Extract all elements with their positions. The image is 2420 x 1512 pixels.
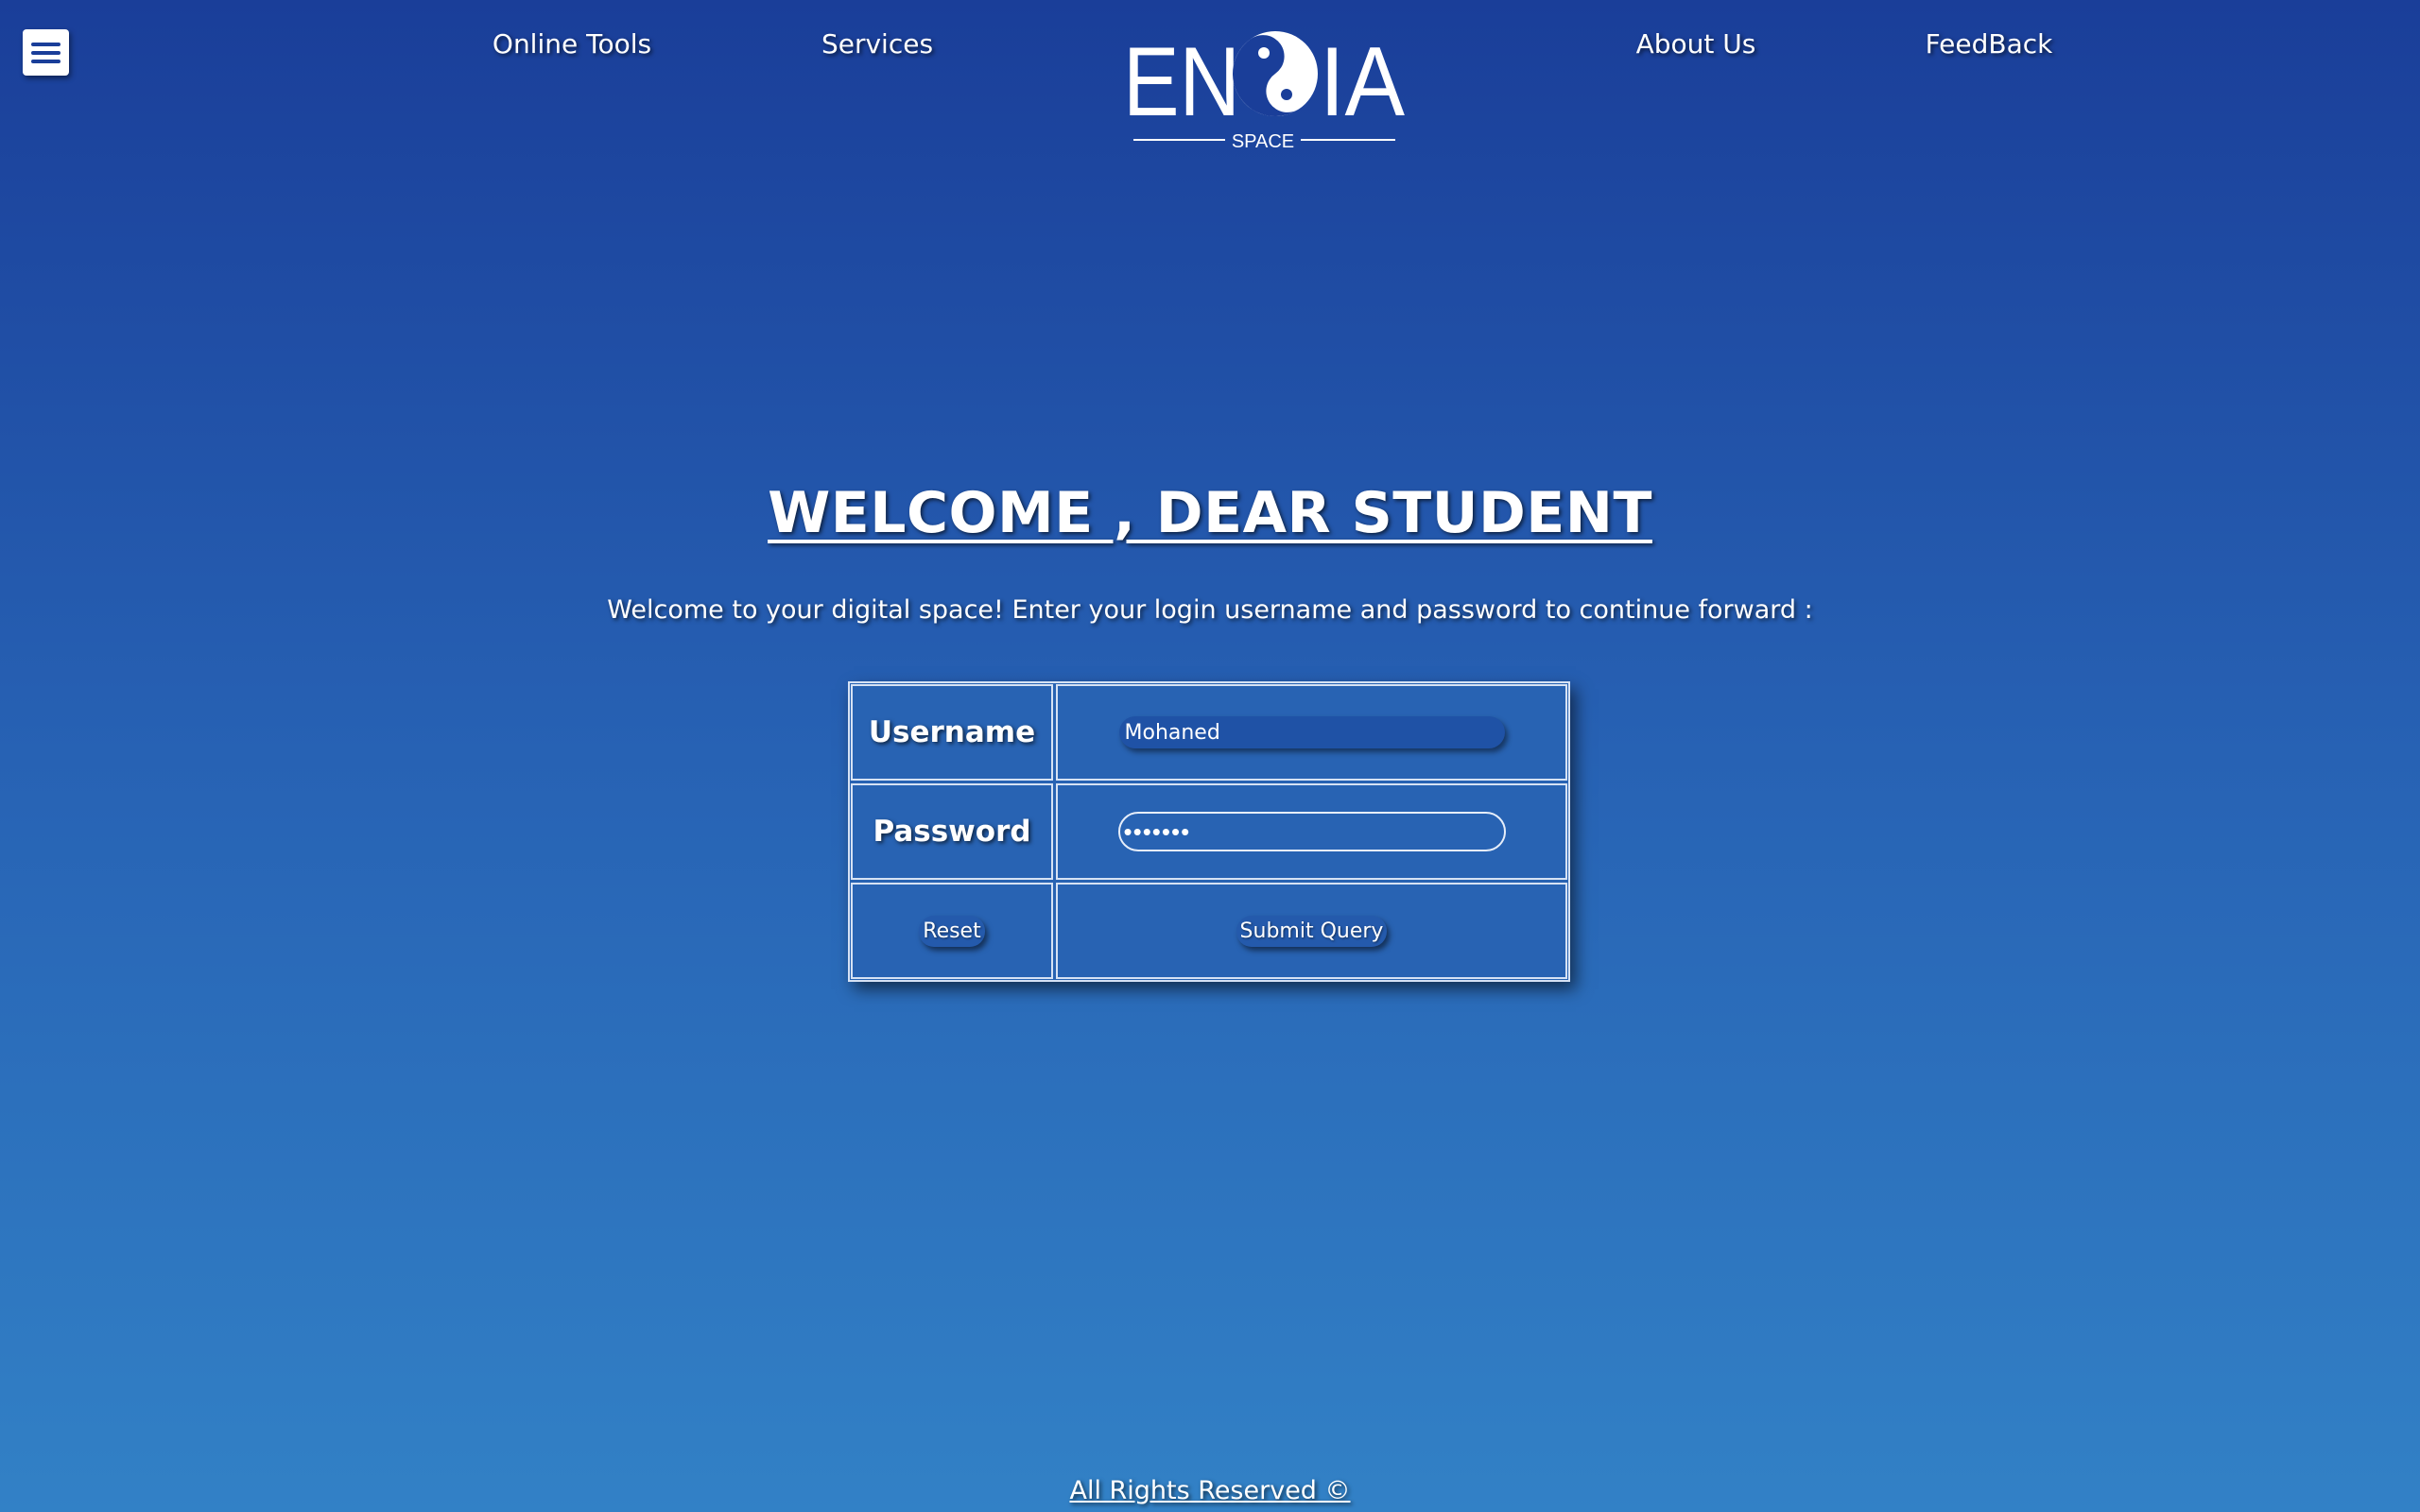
nav-services[interactable]: Services <box>821 28 933 60</box>
nav-online-tools[interactable]: Online Tools <box>493 28 651 60</box>
footer-copyright-link[interactable]: All Rights Reserved © <box>0 1476 2420 1505</box>
hamburger-icon-line <box>31 59 60 63</box>
page-title: WELCOME , DEAR STUDENT <box>768 480 1652 546</box>
nav-feedback[interactable]: FeedBack <box>1926 28 2053 60</box>
password-input[interactable] <box>1117 812 1506 851</box>
username-label-cell: Username <box>851 684 1053 781</box>
svg-text:EN: EN <box>1123 27 1240 137</box>
hamburger-icon-line <box>31 42 60 46</box>
username-input-cell <box>1056 684 1567 781</box>
svg-text:IA: IA <box>1320 27 1406 137</box>
submit-query-button[interactable]: Submit Query <box>1236 915 1388 947</box>
password-input-cell <box>1056 783 1567 880</box>
reset-button[interactable]: Reset <box>919 915 985 947</box>
username-input[interactable] <box>1118 716 1505 748</box>
password-label-cell: Password <box>851 783 1053 880</box>
reset-button-cell: Reset <box>851 883 1053 979</box>
page-subtitle: Welcome to your digital space! Enter you… <box>607 595 1813 625</box>
hamburger-menu-button[interactable] <box>23 29 69 76</box>
login-form: Username Password Reset Submit Query <box>848 681 1570 982</box>
password-label: Password <box>873 815 1031 849</box>
username-label: Username <box>868 715 1036 749</box>
enoia-space-logo[interactable]: EN IA SPACE <box>1121 25 1407 153</box>
submit-button-cell: Submit Query <box>1056 883 1567 979</box>
nav-about-us[interactable]: About Us <box>1636 28 1756 60</box>
logo-subtext: SPACE <box>1232 131 1294 152</box>
hamburger-icon-line <box>31 50 60 55</box>
